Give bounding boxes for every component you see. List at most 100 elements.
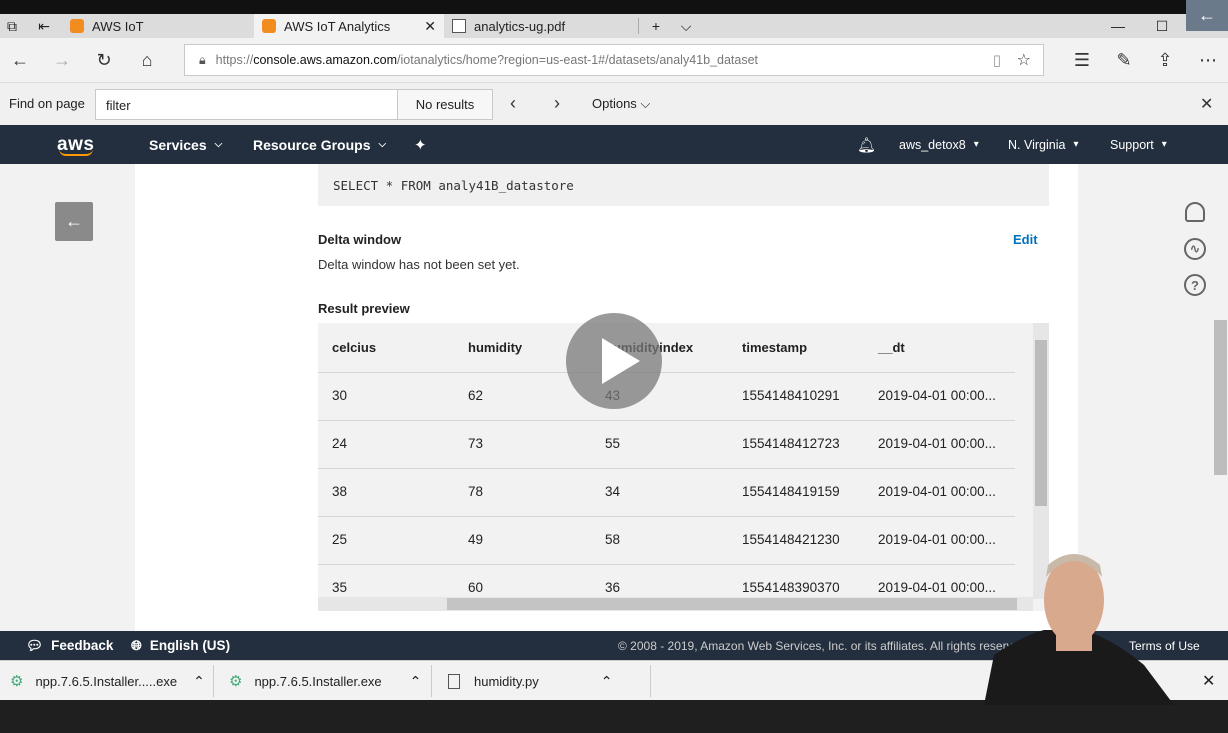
url-prefix: https:// [215,53,254,67]
download-item[interactable]: humidity.py ⌃ [448,661,613,701]
aws-logo[interactable]: aws [57,125,94,164]
tab-analytics-pdf[interactable]: analytics-ug.pdf [444,14,638,38]
download-item[interactable]: ⚙ npp.7.6.5.Installer.exe ⌃ [229,661,421,701]
chevron-up-icon[interactable]: ⌃ [410,673,422,690]
file-icon [448,673,460,689]
column-header: celcius [332,340,377,355]
url-domain: console.aws.amazon.com [253,53,398,67]
minimize-icon[interactable]: — [1098,14,1138,38]
language-label: English (US) [149,638,231,653]
webcam-overlay [984,554,1174,705]
table-cell: 78 [468,484,484,499]
back-arrow-overlay-icon[interactable]: ← [1186,0,1228,31]
table-cell: 58 [605,532,621,547]
table-cell: 24 [332,436,348,451]
table-cell: 62 [468,388,484,403]
services-menu[interactable]: Services ⌵ [149,125,222,164]
aws-console-nav: aws Services ⌵ Resource Groups ⌵ ✦ 🔔︎ aws_… [0,125,1228,164]
language-selector[interactable]: 🌐︎ English (US) [131,631,230,660]
tab-list-chevron-icon[interactable]: ⌵ [666,14,706,38]
caret-down-icon: ▾ [1073,139,1079,150]
table-cell: 73 [468,436,484,451]
chevron-up-icon[interactable]: ⌃ [601,673,613,690]
resource-groups-label: Resource Groups [253,136,371,153]
page-scroll-thumb[interactable] [1214,320,1227,475]
table-cell: 1554148410291 [742,388,840,403]
table-vertical-scroll-thumb[interactable] [1035,340,1047,506]
url-path: /iotanalytics/home?region=us-east-1#/dat… [397,53,759,67]
find-input[interactable]: filter [95,89,398,120]
tab-aws-iot[interactable]: AWS IoT [62,14,254,38]
notifications-bell-icon[interactable] [1185,202,1205,222]
pin-icon[interactable]: ✦ [414,125,427,164]
sql-query-box: SELECT * FROM analy41B_datastore [318,164,1049,206]
installer-icon: ⚙ [229,673,243,690]
table-cell: 1554148390370 [742,580,840,595]
more-icon[interactable]: ⋯ [1196,48,1220,72]
bell-icon[interactable]: 🔔︎ [857,125,876,164]
copyright-text: © 2008 - 2019, Amazon Web Services, Inc.… [618,638,1030,653]
top-black-strip [0,0,1228,14]
feedback-link[interactable]: 💬︎ Feedback [26,631,113,660]
help-icon[interactable]: ? [1184,274,1206,296]
feedback-label: Feedback [51,638,114,653]
table-cell: 55 [605,436,621,451]
back-button[interactable]: ← [55,202,93,241]
tab-label: AWS IoT Analytics [284,18,391,34]
support-menu[interactable]: Support ▾ [1110,125,1167,164]
pen-icon[interactable]: ✎ [1112,48,1136,72]
tab-aws-iot-analytics[interactable]: AWS IoT Analytics ✕ [254,14,444,38]
caret-down-icon: ⌵ [378,139,387,150]
find-previous-icon[interactable]: ‹ [510,93,516,114]
table-cell: 1554148421230 [742,532,840,547]
maximize-icon[interactable]: ☐ [1142,14,1182,38]
refresh-icon[interactable]: ↻ [92,48,116,72]
column-header: timestamp [742,340,808,355]
delta-edit-link[interactable]: Edit [1013,232,1038,247]
table-horizontal-scroll-thumb[interactable] [447,598,1017,610]
lock-icon: 🔒︎ [199,52,206,67]
table-cell: 38 [332,484,348,499]
speech-bubble-icon: 💬︎ [26,637,44,653]
reading-view-icon[interactable]: ▯ [993,51,1001,69]
aws-favicon-icon [70,19,84,33]
person-neck [1056,635,1092,651]
row-divider [318,420,1015,421]
table-cell: 2019-04-01 00:00... [878,532,996,547]
download-divider [650,665,651,697]
resource-groups-menu[interactable]: Resource Groups ⌵ [253,125,386,164]
table-cell: 34 [605,484,621,499]
favorites-list-icon[interactable]: ☰ [1070,48,1094,72]
share-icon[interactable]: ⇪ [1153,48,1177,72]
forward-icon[interactable]: → [50,48,74,72]
home-icon[interactable]: ⌂ [135,48,159,72]
table-cell: 1554148412723 [742,436,840,451]
globe-icon: 🌐︎ [131,637,142,653]
table-cell: 2019-04-01 00:00... [878,436,996,451]
table-cell: 1554148419159 [742,484,840,499]
find-options-button[interactable]: Options ⌵ [592,96,650,112]
row-divider [318,468,1015,469]
row-divider [318,372,1015,373]
back-icon[interactable]: ← [8,48,32,72]
chevron-up-icon[interactable]: ⌃ [193,673,205,690]
find-label: Find on page [9,96,85,111]
installer-icon: ⚙ [10,673,24,690]
download-item[interactable]: ⚙ npp.7.6.5.Installer.....exe ⌃ [10,661,205,701]
set-aside-tabs-icon[interactable]: ⇤ [26,14,62,38]
find-next-icon[interactable]: › [554,93,560,114]
tab-label: AWS IoT [92,18,144,34]
table-cell: 30 [332,388,348,403]
caret-down-icon: ▾ [973,139,979,150]
activity-icon[interactable]: ∿ [1184,238,1206,260]
favorite-star-icon[interactable]: ☆ [1017,50,1031,70]
url-field[interactable]: 🔒︎ https://console.aws.amazon.com/iotana… [184,44,1044,76]
delta-window-text: Delta window has not been set yet. [318,257,520,272]
close-find-icon[interactable]: ✕ [1200,94,1213,114]
table-cell: 2019-04-01 00:00... [878,388,996,403]
row-divider [318,516,1015,517]
close-tab-icon[interactable]: ✕ [424,18,436,35]
region-menu[interactable]: N. Virginia ▾ [1008,125,1078,164]
chevron-down-icon: ⌵ [640,96,651,111]
account-menu[interactable]: aws_detox8 ▾ [899,125,979,164]
